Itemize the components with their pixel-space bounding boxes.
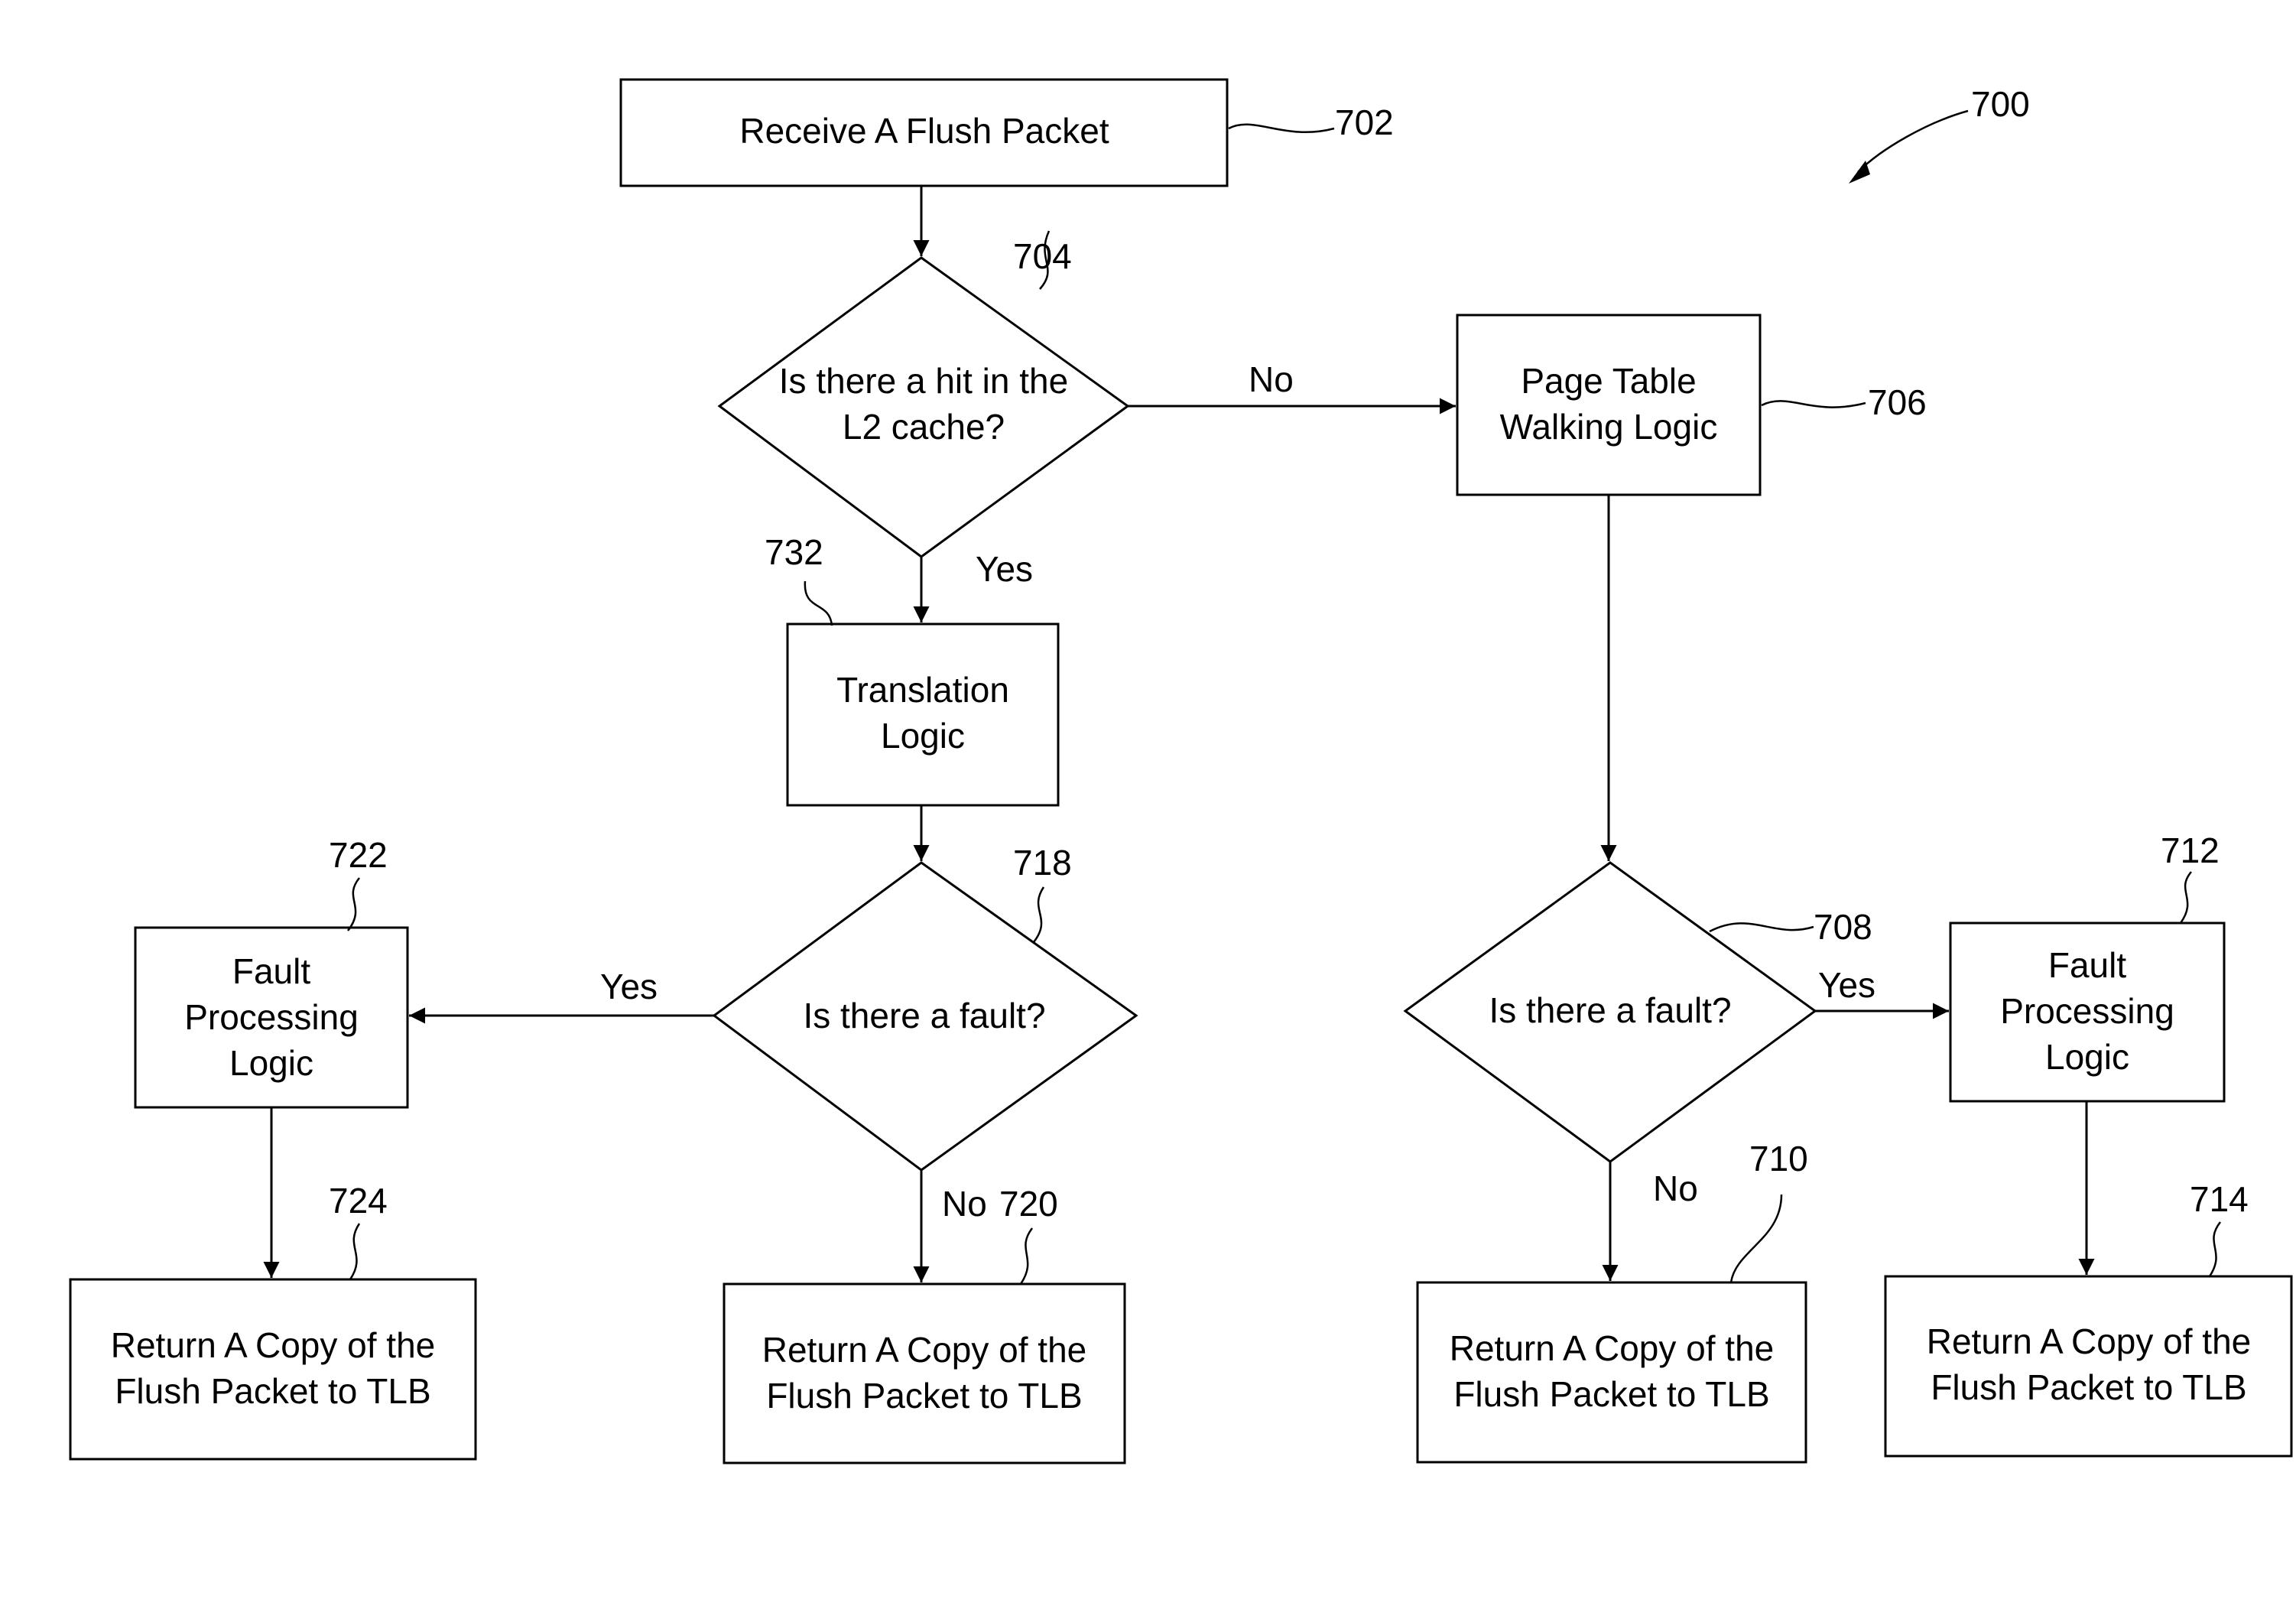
process-box bbox=[1884, 1275, 2293, 1458]
ref-leader bbox=[1709, 922, 1814, 933]
node-706-page-table-walking: Page Table Walking Logic 706 bbox=[1456, 314, 1927, 496]
node-704-l2-hit-decision: Is there a hit in the L2 cache? 704 bbox=[717, 230, 1130, 558]
node-text: Translation bbox=[836, 670, 1009, 710]
connectors bbox=[263, 186, 2095, 1282]
node-text: Return A Copy of the bbox=[111, 1325, 436, 1365]
edge-label-no: No bbox=[942, 1184, 987, 1224]
node-text: Return A Copy of the bbox=[1450, 1328, 1775, 1368]
ref-number: 732 bbox=[765, 532, 823, 572]
node-708-fault-decision: Is there a fault? 708 bbox=[1403, 861, 1872, 1163]
ref-number: 708 bbox=[1814, 907, 1872, 947]
process-box bbox=[723, 1282, 1126, 1464]
figure-ref-arrow bbox=[1857, 109, 1969, 173]
process-box bbox=[1456, 314, 1762, 496]
node-text: Logic bbox=[881, 716, 965, 756]
ref-number: 718 bbox=[1013, 843, 1072, 883]
ref-leader bbox=[804, 580, 833, 626]
ref-leader bbox=[2179, 871, 2192, 924]
ref-number: 714 bbox=[2190, 1179, 2249, 1219]
node-text: Is there a hit in the bbox=[779, 361, 1068, 401]
node-text: Logic bbox=[229, 1043, 313, 1083]
ref-leader bbox=[2208, 1221, 2221, 1277]
node-text: Fault bbox=[2048, 945, 2126, 985]
figure-ref-label: 700 bbox=[1971, 84, 2030, 124]
node-722-fault-processing: Fault Processing Logic 722 bbox=[134, 835, 409, 1109]
ref-number: 720 bbox=[999, 1184, 1058, 1224]
node-text: Flush Packet to TLB bbox=[115, 1371, 430, 1411]
node-text: Flush Packet to TLB bbox=[766, 1376, 1082, 1416]
ref-number: 702 bbox=[1335, 102, 1394, 142]
edge-label-yes: Yes bbox=[976, 549, 1033, 589]
node-text: Flush Packet to TLB bbox=[1453, 1374, 1769, 1414]
ref-leader bbox=[349, 1223, 361, 1280]
ref-number: 710 bbox=[1749, 1139, 1808, 1178]
ref-leader bbox=[1729, 1194, 1783, 1283]
ref-leader bbox=[347, 877, 360, 931]
ref-leader bbox=[1033, 886, 1045, 943]
ref-number: 722 bbox=[329, 835, 388, 875]
edge-label-no: No bbox=[1653, 1169, 1698, 1208]
node-text: Is there a fault? bbox=[1489, 990, 1731, 1030]
process-box bbox=[786, 622, 1060, 807]
ref-number: 704 bbox=[1013, 236, 1072, 276]
node-text: Receive A Flush Packet bbox=[739, 111, 1109, 151]
ref-leader bbox=[1019, 1227, 1033, 1285]
node-724-return-copy: Return A Copy of the Flush Packet to TLB… bbox=[69, 1181, 477, 1461]
node-text: Fault bbox=[232, 951, 310, 991]
node-text: Processing bbox=[2000, 991, 2174, 1031]
node-text: Return A Copy of the bbox=[762, 1330, 1087, 1370]
node-text: Walking Logic bbox=[1500, 407, 1718, 447]
node-712-fault-processing: Fault Processing Logic 712 bbox=[1949, 831, 2226, 1103]
node-710-return-copy: Return A Copy of the Flush Packet to TLB… bbox=[1416, 1139, 1808, 1464]
process-box bbox=[69, 1278, 477, 1461]
edge-label-yes: Yes bbox=[1818, 965, 1875, 1005]
figure-ref-700: 700 bbox=[1849, 84, 2030, 184]
edge-label-yes: Yes bbox=[600, 967, 658, 1006]
node-text: Is there a fault? bbox=[803, 996, 1045, 1035]
process-box bbox=[1416, 1281, 1807, 1464]
node-702-receive-flush-packet: Receive A Flush Packet 702 bbox=[619, 78, 1394, 187]
ref-leader bbox=[1228, 123, 1335, 134]
node-720-return-copy: Return A Copy of the Flush Packet to TLB… bbox=[723, 1184, 1126, 1464]
node-text: Page Table bbox=[1521, 361, 1696, 401]
ref-number: 706 bbox=[1868, 382, 1927, 422]
node-714-return-copy: Return A Copy of the Flush Packet to TLB… bbox=[1884, 1179, 2293, 1458]
node-text: Return A Copy of the bbox=[1927, 1321, 2252, 1361]
node-text: Flush Packet to TLB bbox=[1931, 1367, 2246, 1407]
node-text: Processing bbox=[184, 997, 359, 1037]
node-text: Logic bbox=[2045, 1037, 2129, 1077]
ref-leader bbox=[1761, 400, 1866, 408]
flowchart: 700 No Yes Yes No Yes No Receive A Flush… bbox=[69, 78, 2293, 1464]
ref-number: 724 bbox=[329, 1181, 388, 1221]
edge-label-no: No bbox=[1249, 359, 1294, 399]
ref-number: 712 bbox=[2161, 831, 2220, 870]
node-text: L2 cache? bbox=[843, 407, 1005, 447]
node-718-fault-decision: Is there a fault? 718 bbox=[712, 843, 1138, 1172]
